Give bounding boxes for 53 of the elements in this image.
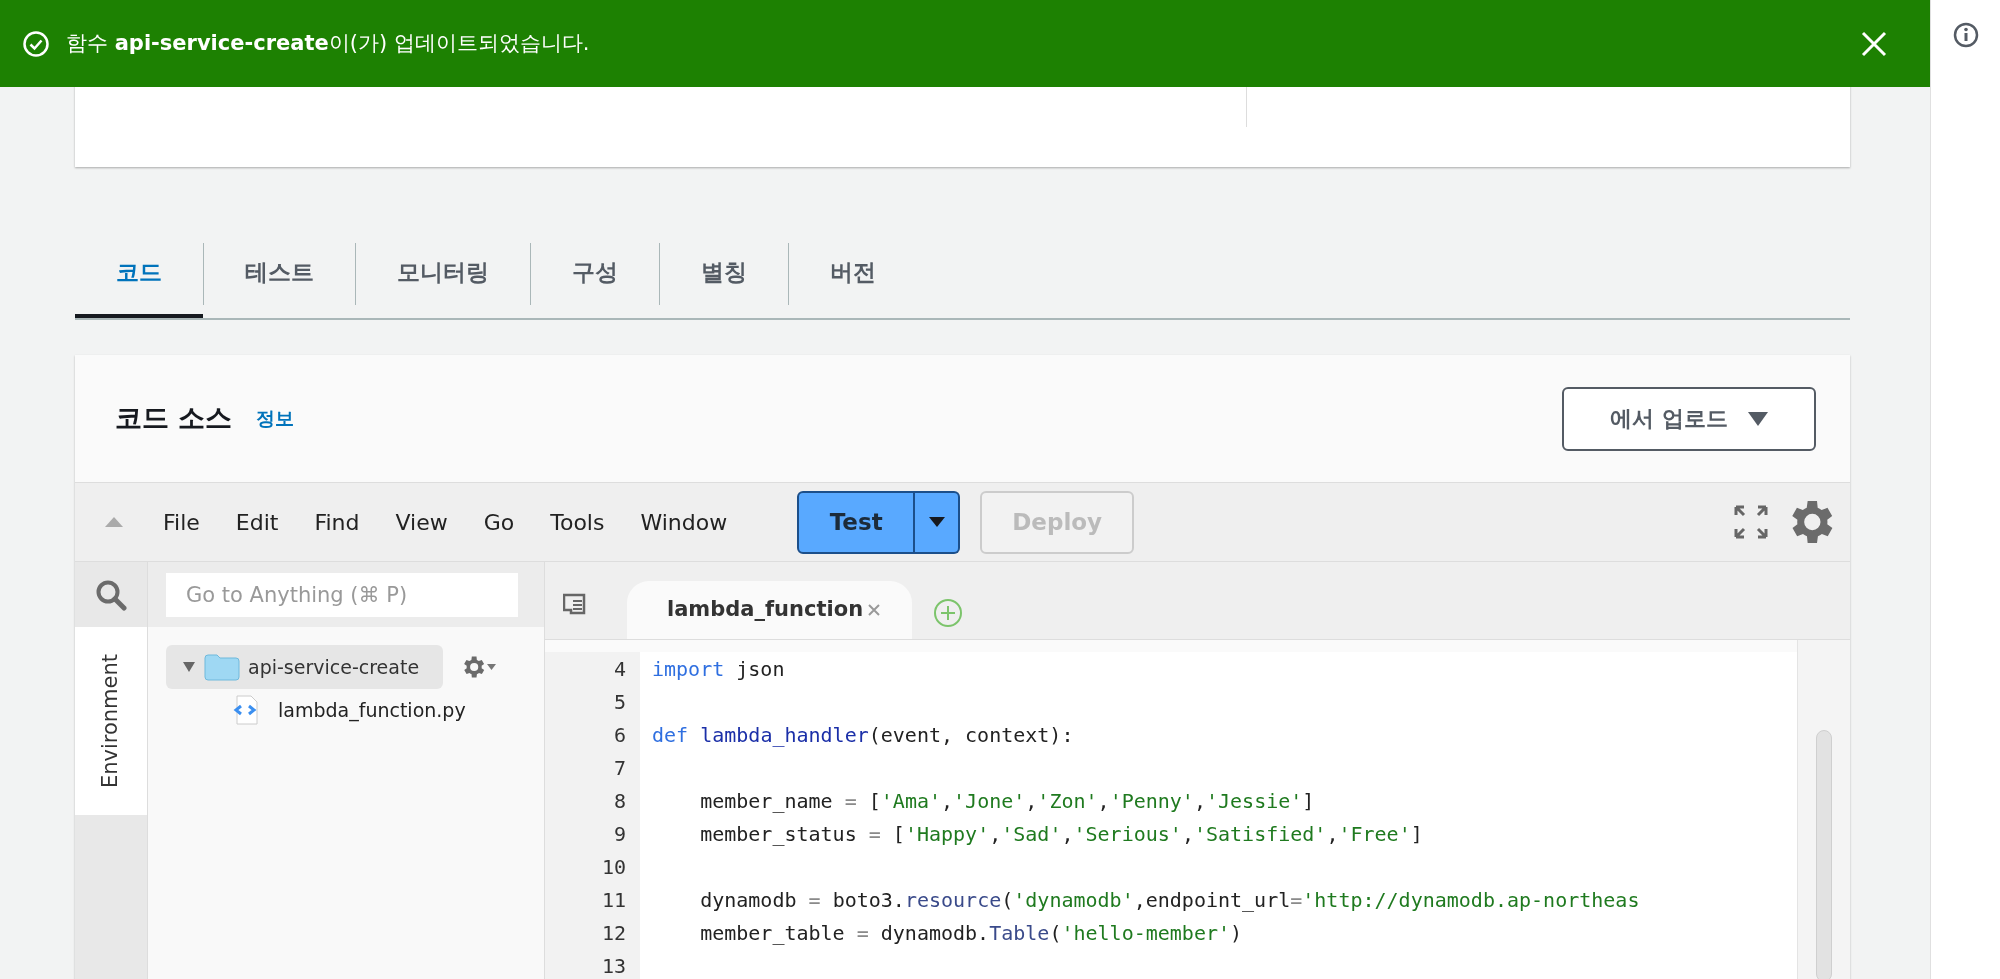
fullscreen-icon[interactable] — [1734, 505, 1768, 539]
menu-item[interactable]: View — [377, 505, 466, 539]
line-number: 5 — [613, 688, 626, 716]
folder-name: api-service-create — [248, 654, 420, 680]
line-number: 4 — [613, 655, 626, 683]
tab[interactable]: 구성 — [531, 230, 659, 318]
upload-button[interactable]: 에서 업로드 — [1562, 386, 1816, 451]
line-number: 13 — [601, 952, 626, 979]
line-number: 12 — [601, 919, 626, 947]
code-line: dynamodb = boto3.resource('dynamodb',endpoint_url='http://dynamodb.ap-northeas — [699, 886, 1640, 914]
caret-icon[interactable] — [487, 664, 496, 670]
info-link[interactable]: 정보 — [256, 404, 295, 433]
code-line: member_name = ['Ama','Jone','Zon','Penny','Jessie'] — [699, 787, 1315, 815]
menu-item[interactable]: Tools — [532, 505, 623, 539]
info-icon[interactable] — [1952, 22, 1979, 48]
test-button[interactable]: Test — [797, 490, 916, 554]
code-line: member_status = ['Happy','Sad','Serious','Satisfied','Free'] — [699, 820, 1423, 848]
banner-message: 함수 api-service-create이(가) 업데이트되었습니다. — [66, 29, 590, 57]
line-number: 11 — [601, 886, 626, 914]
line-number: 7 — [613, 754, 626, 782]
scrollbar[interactable] — [1816, 730, 1832, 979]
file-name: lambda_function.py — [278, 697, 466, 724]
tab[interactable]: 별칭 — [660, 230, 788, 318]
menu-item[interactable]: Find — [296, 505, 378, 539]
close-icon[interactable] — [1860, 29, 1888, 58]
search-field[interactable]: Go to Anything (⌘ P) — [166, 572, 518, 617]
tree-folder-row[interactable]: api-service-create — [166, 645, 443, 689]
editor-tab[interactable]: lambda_function — [627, 581, 912, 639]
code-line: member_table = dynamodb.Table('hello-member') — [699, 919, 1243, 947]
line-number: 8 — [613, 787, 626, 815]
caret-icon — [1747, 411, 1768, 426]
menu-item[interactable]: Window — [622, 505, 746, 539]
line-number: 10 — [601, 853, 626, 881]
folder-icon — [204, 653, 240, 681]
line-number: 9 — [613, 820, 626, 848]
caret-icon[interactable] — [182, 661, 196, 673]
menu-item[interactable]: Go — [465, 505, 533, 539]
tab[interactable]: 모니터링 — [356, 230, 530, 318]
check-circle-icon — [22, 29, 50, 58]
search-icon[interactable] — [95, 578, 127, 611]
line-number: 6 — [613, 721, 626, 749]
menu-item[interactable]: Edit — [217, 505, 297, 539]
panel-title: 코드 소스 — [115, 401, 233, 436]
environment-tab[interactable]: Environment — [75, 627, 147, 815]
tab[interactable]: 버전 — [789, 230, 917, 318]
menu-item[interactable]: File — [145, 505, 218, 539]
close-icon[interactable] — [867, 603, 882, 617]
code-line: def lambda_handler(event, context): — [652, 721, 1074, 749]
code-line: import json — [652, 655, 785, 683]
test-dropdown-button[interactable] — [915, 490, 961, 554]
tree-file-row[interactable]: lambda_function.py — [166, 689, 544, 731]
caret-icon — [928, 517, 945, 527]
tab[interactable]: 테스트 — [204, 230, 355, 318]
